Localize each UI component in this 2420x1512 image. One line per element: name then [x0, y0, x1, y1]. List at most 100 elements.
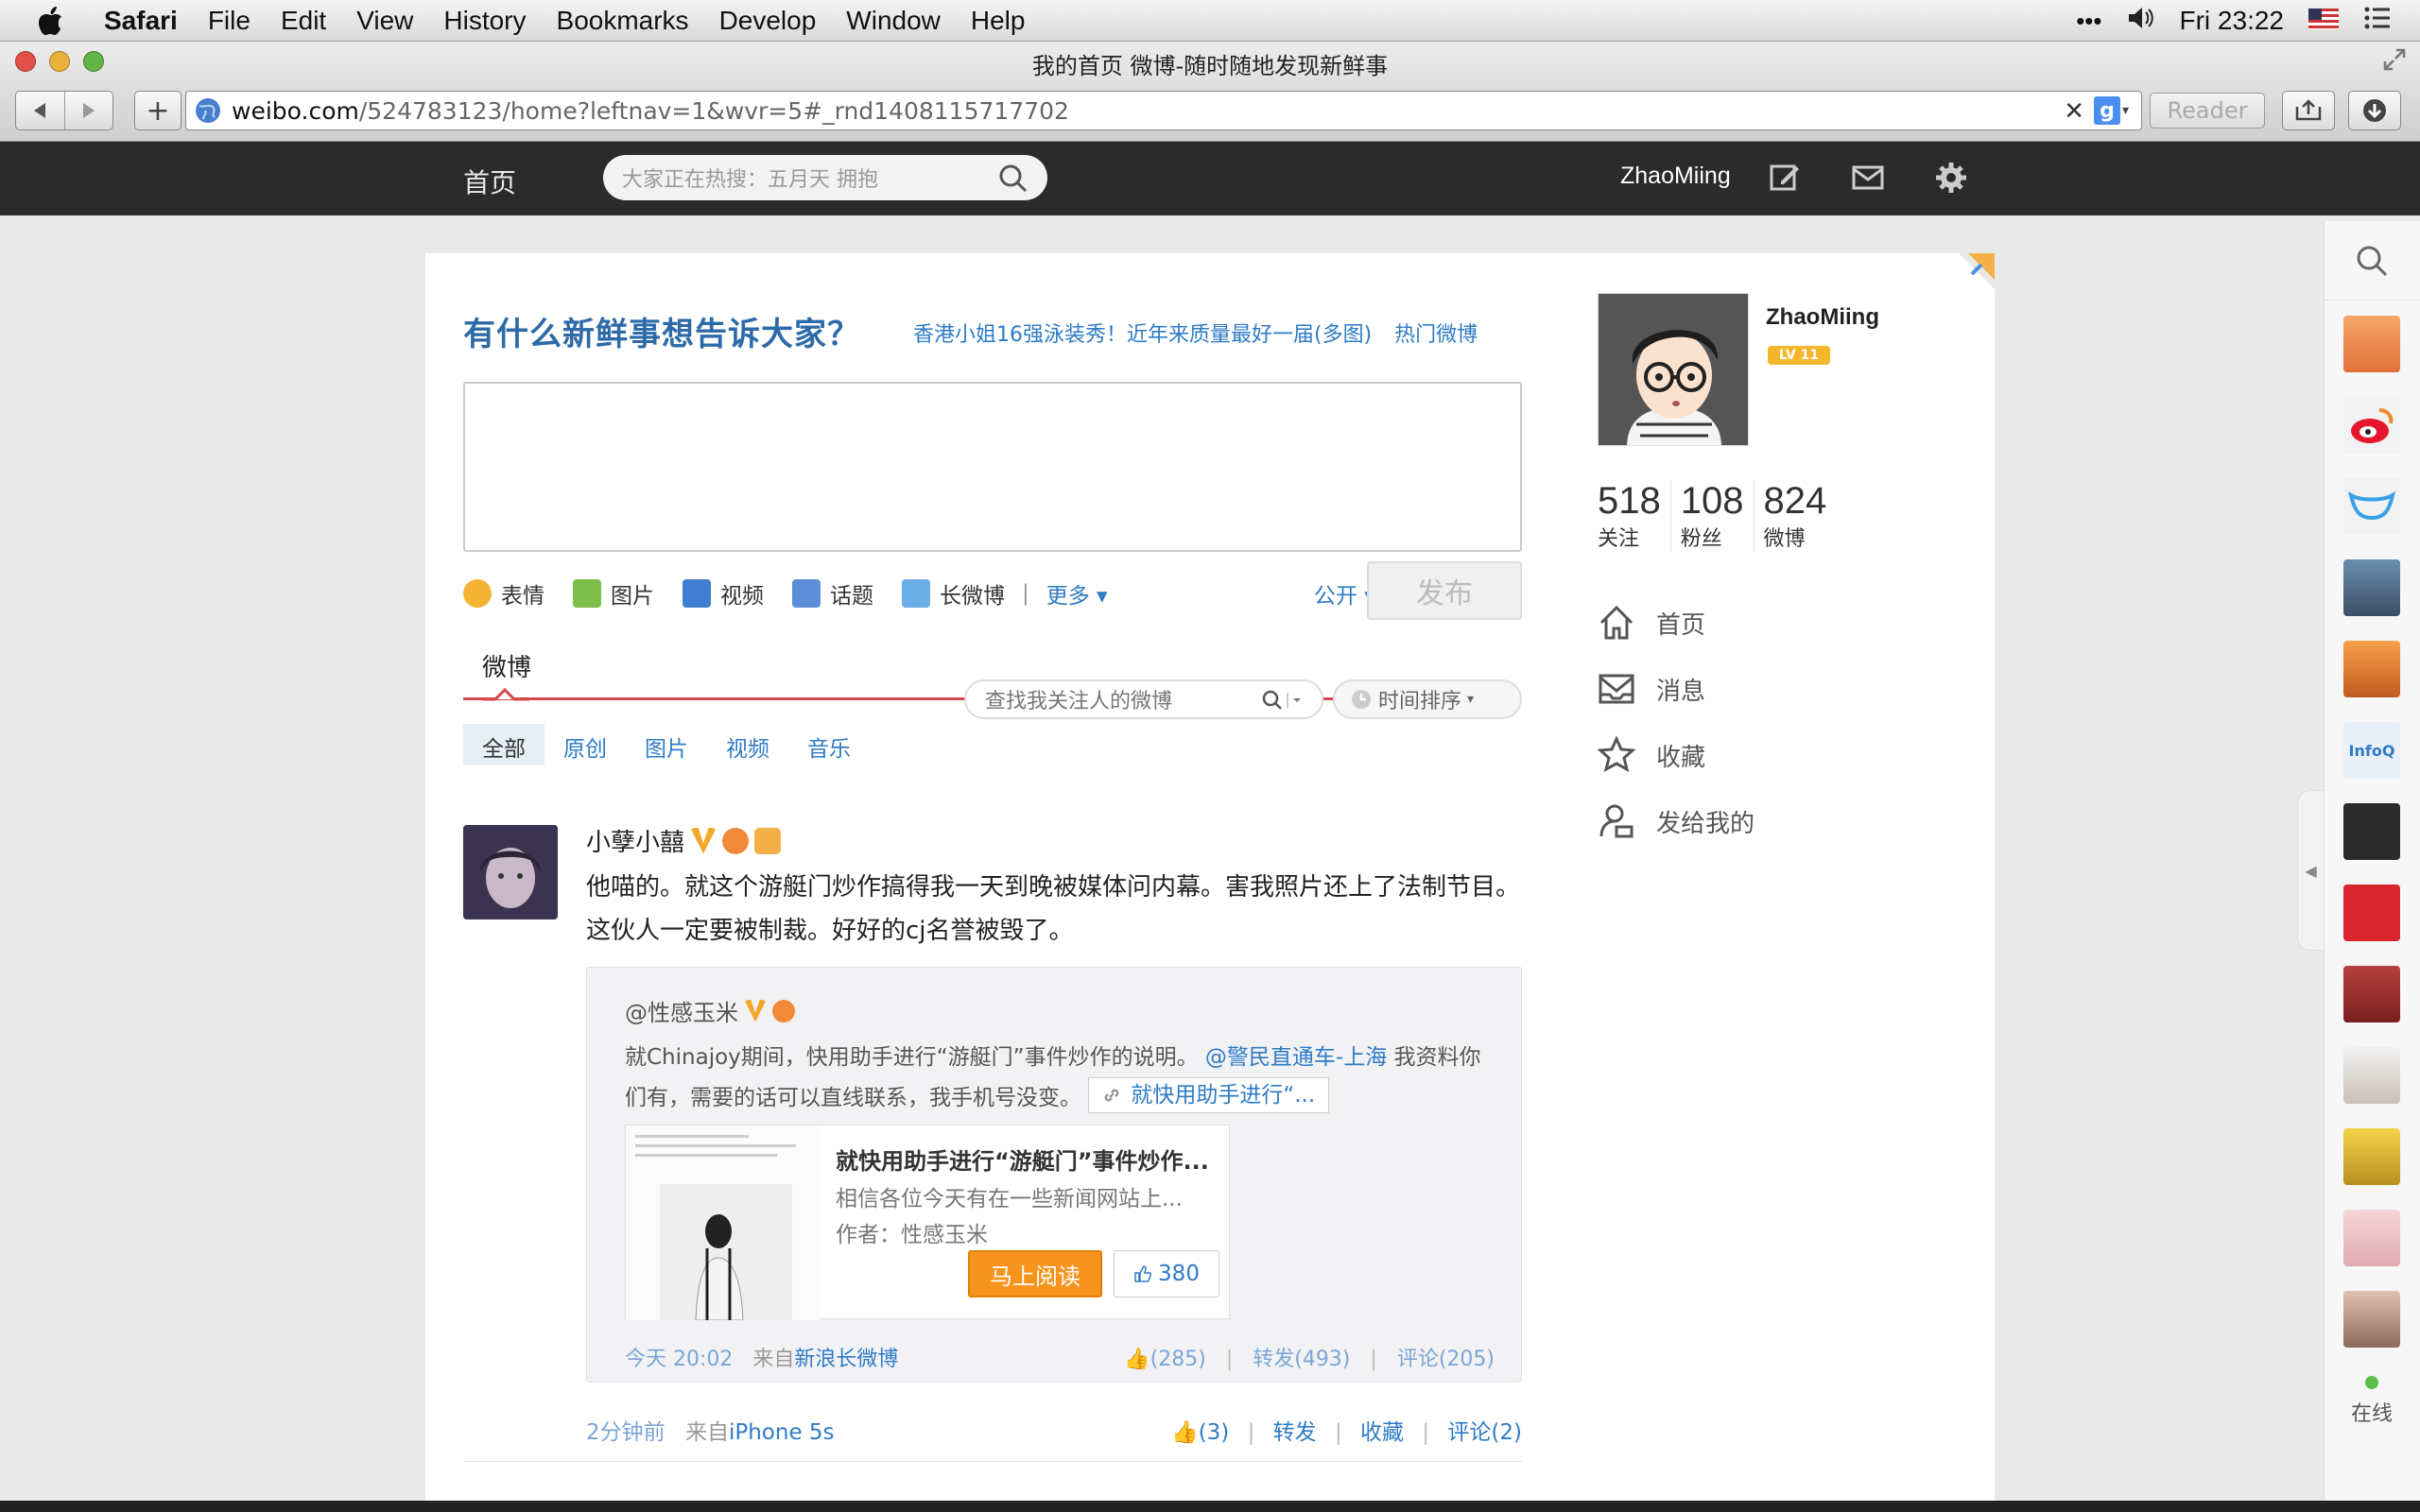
read-now-button[interactable]: 马上阅读: [968, 1250, 1102, 1297]
sidebar-app-tmall[interactable]: [2343, 478, 2400, 535]
hot-topic-link[interactable]: 香港小姐16强泳装秀！近年来质量最好一届(多图): [913, 318, 1372, 348]
more-tools-dropdown[interactable]: 更多 ▾: [1046, 577, 1108, 610]
fullscreen-icon[interactable]: [2382, 47, 2407, 72]
hot-weibo-link[interactable]: 热门微博: [1394, 318, 1478, 348]
notification-list-icon[interactable]: [2363, 6, 2392, 37]
back-button[interactable]: [16, 92, 64, 129]
menu-history[interactable]: History: [443, 6, 526, 36]
sidebar-contact-6[interactable]: [2343, 1047, 2400, 1104]
tab-weibo[interactable]: 微博: [482, 648, 531, 683]
post-forward-button[interactable]: 转发: [1273, 1420, 1317, 1445]
video-tool[interactable]: 视频: [683, 577, 764, 610]
post-comment-button[interactable]: 评论(2): [1447, 1420, 1522, 1445]
forward-button[interactable]: [63, 92, 113, 129]
share-button[interactable]: [2282, 91, 2335, 130]
repost-forward-button[interactable]: 转发(493): [1253, 1348, 1350, 1371]
repost-like-button[interactable]: 👍(285): [1124, 1348, 1206, 1371]
nav-item-sent-to-me[interactable]: 发给我的: [1598, 788, 1754, 854]
nav-item-messages[interactable]: 消息: [1598, 656, 1754, 722]
sidebar-contact-infoq[interactable]: InfoQ: [2343, 722, 2400, 779]
filter-images[interactable]: 图片: [626, 724, 707, 765]
post-time[interactable]: 2分钟前: [586, 1420, 666, 1445]
verified-badge-icon[interactable]: [690, 827, 717, 854]
level-badge[interactable]: LV 11: [1768, 346, 1830, 365]
messages-icon[interactable]: [1851, 161, 1885, 195]
apple-icon[interactable]: [36, 0, 83, 42]
reader-button[interactable]: Reader: [2150, 93, 2265, 129]
address-bar[interactable]: weibo.com/524783123/home?leftnav=1&wvr=5…: [185, 91, 2142, 130]
sidebar-collapse-toggle[interactable]: ◀: [2297, 790, 2324, 951]
sort-dropdown[interactable]: 时间排序 ▾: [1333, 679, 1522, 719]
google-search-icon[interactable]: g ▾: [2094, 96, 2137, 125]
mention-link[interactable]: @警民直通车-上海: [1205, 1045, 1387, 1070]
repost-time[interactable]: 今天 20:02: [625, 1348, 733, 1371]
search-icon[interactable]: [998, 163, 1028, 194]
menu-file[interactable]: File: [208, 6, 251, 36]
clear-url-icon[interactable]: ✕: [2064, 97, 2084, 126]
nav-home-link[interactable]: 首页: [463, 163, 516, 200]
menu-app-safari[interactable]: Safari: [104, 6, 178, 36]
nav-item-favorites[interactable]: 收藏: [1598, 722, 1754, 788]
publish-button[interactable]: 发布: [1367, 561, 1522, 620]
article-thumbnail[interactable]: [626, 1125, 821, 1321]
profile-avatar[interactable]: [1598, 293, 1749, 446]
stat-followers[interactable]: 108 粉丝: [1669, 480, 1754, 552]
menu-develop[interactable]: Develop: [719, 6, 817, 36]
repost-author-name[interactable]: @性感玉米: [625, 994, 738, 1027]
compose-icon[interactable]: [1768, 161, 1802, 195]
post-like-button[interactable]: 👍(3): [1171, 1420, 1229, 1445]
menu-window[interactable]: Window: [846, 6, 941, 36]
image-tool[interactable]: 图片: [573, 577, 654, 610]
post-author-name[interactable]: 小孽小囍: [586, 823, 684, 858]
sidebar-contact-1[interactable]: [2343, 559, 2400, 616]
sidebar-contact-9[interactable]: [2343, 1291, 2400, 1348]
menu-help[interactable]: Help: [971, 6, 1026, 36]
filter-original[interactable]: 原创: [544, 724, 626, 765]
nav-username[interactable]: ZhaoMiing: [1620, 163, 1731, 190]
stat-following[interactable]: 518 关注: [1598, 480, 1670, 552]
sidebar-contact-5[interactable]: [2343, 966, 2400, 1022]
page-corner-icon[interactable]: [1959, 253, 1995, 289]
article-card[interactable]: 就快用助手进行“游艇门”事件炒作... 相信各位今天有在一些新闻网站上... 作…: [625, 1125, 1230, 1321]
sidebar-search-button[interactable]: [2325, 221, 2419, 301]
sidebar-app-taobao[interactable]: [2343, 316, 2400, 372]
article-link-chip[interactable]: 就快用助手进行“...: [1088, 1077, 1330, 1113]
sidebar-contact-7[interactable]: [2343, 1128, 2400, 1185]
online-status[interactable]: 在线: [2325, 1376, 2419, 1427]
settings-gear-icon[interactable]: [1934, 161, 1968, 195]
menu-view[interactable]: View: [356, 6, 413, 36]
volume-icon[interactable]: [2127, 5, 2155, 38]
stat-weibo[interactable]: 824 微博: [1753, 480, 1837, 552]
profile-name[interactable]: ZhaoMiing: [1766, 304, 1879, 331]
add-bookmark-button[interactable]: +: [134, 91, 182, 130]
member-badge-icon[interactable]: [772, 999, 795, 1022]
long-weibo-tool[interactable]: 长微博: [902, 577, 1005, 610]
article-title[interactable]: 就快用助手进行“游艇门”事件炒作...: [836, 1143, 1209, 1176]
nav-item-home[interactable]: 首页: [1598, 590, 1754, 656]
feed-search-input[interactable]: 查找我关注人的微博: [964, 679, 1323, 719]
post-favorite-button[interactable]: 收藏: [1360, 1420, 1404, 1445]
downloads-button[interactable]: [2348, 91, 2401, 130]
sidebar-app-weibo[interactable]: [2343, 397, 2400, 454]
member-badge-icon[interactable]: [722, 827, 750, 854]
menu-bookmarks[interactable]: Bookmarks: [557, 6, 689, 36]
filter-all[interactable]: 全部: [463, 724, 544, 765]
repost-comment-button[interactable]: 评论(205): [1397, 1348, 1495, 1371]
more-dots-icon[interactable]: •••: [2076, 7, 2101, 36]
taobao-badge-icon[interactable]: [754, 827, 782, 854]
filter-music[interactable]: 音乐: [788, 724, 870, 765]
emoji-tool[interactable]: 表情: [463, 577, 544, 610]
post-textarea[interactable]: [463, 382, 1522, 552]
sidebar-contact-2[interactable]: [2343, 641, 2400, 697]
article-like-button[interactable]: 380: [1114, 1250, 1219, 1297]
search-icon[interactable]: [1261, 689, 1305, 712]
sidebar-contact-3[interactable]: [2343, 803, 2400, 860]
menubar-clock[interactable]: Fri 23:22: [2180, 6, 2285, 36]
flag-us-icon[interactable]: [2308, 6, 2339, 36]
menu-edit[interactable]: Edit: [281, 6, 326, 36]
repost-source[interactable]: 新浪长微博: [794, 1348, 898, 1371]
verified-badge-icon[interactable]: [744, 999, 767, 1022]
filter-videos[interactable]: 视频: [707, 724, 788, 765]
global-search-input[interactable]: 大家正在热搜：五月天 拥抱: [603, 155, 1047, 200]
sidebar-contact-8[interactable]: [2343, 1210, 2400, 1266]
